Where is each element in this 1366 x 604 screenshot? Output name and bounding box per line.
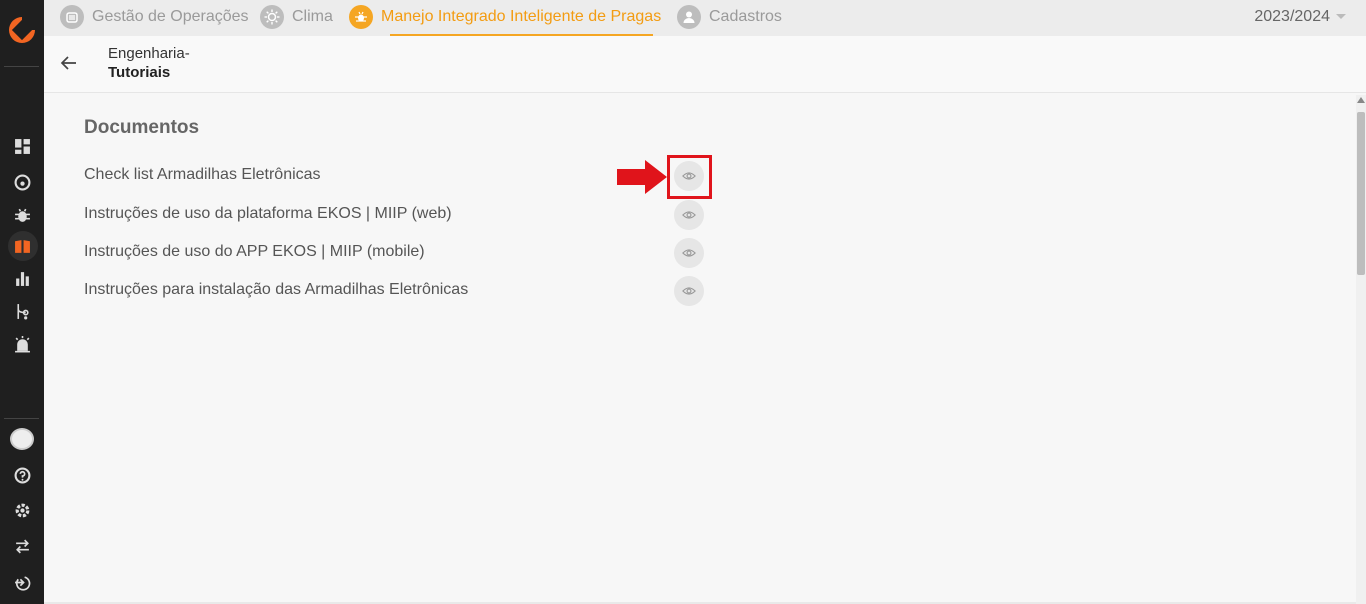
season-value: 2023/2024 [1254,7,1330,25]
list-item: Check list Armadilhas Eletrônicas [84,161,704,191]
tab-cadastros[interactable]: Cadastros [677,0,782,33]
tab-label: Cadastros [709,7,782,25]
swap-icon[interactable] [12,536,32,556]
branch-icon[interactable] [12,301,32,321]
sidebar-divider [4,66,39,67]
logo-icon[interactable] [6,14,38,46]
view-document-button[interactable] [674,276,704,306]
eye-icon [682,211,696,219]
list-item: Instruções de uso do APP EKOS | MIIP (mo… [84,238,704,268]
eye-icon [682,249,696,257]
season-selector[interactable]: 2023/2024 [1254,0,1346,33]
document-label: Instruções de uso da plataforma EKOS | M… [84,205,452,222]
scroll-up-icon[interactable] [1357,97,1365,103]
page-header: Engenharia- Tutoriais [44,36,1366,93]
list-item: Instruções para instalação das Armadilha… [84,276,704,306]
view-document-button[interactable] [674,238,704,268]
tab-manejo-integrado[interactable]: Manejo Integrado Inteligente de Pragas [349,0,661,33]
back-arrow-icon[interactable] [58,52,80,74]
sun-icon [260,4,284,29]
book-icon[interactable] [12,236,32,256]
document-label: Instruções de uso do APP EKOS | MIIP (mo… [84,243,425,260]
page-title: Tutoriais [108,64,171,81]
sidebar-divider [4,418,39,419]
top-navigation: Gestão de Operações Clima Manejo Integra… [44,0,1366,36]
sidebar [0,0,44,604]
annotation-highlight-box [667,155,712,199]
alarm-icon[interactable] [12,334,32,354]
gauge-icon[interactable] [12,172,32,192]
chevron-down-icon [1336,14,1346,19]
logout-icon[interactable] [12,572,32,592]
user-icon [677,4,701,29]
section-title: Documentos [84,117,200,138]
tab-gestao-operacoes[interactable]: Gestão de Operações [60,0,249,33]
help-icon[interactable] [12,465,32,485]
dashboard-icon[interactable] [12,136,32,156]
avatar[interactable] [10,428,34,450]
tab-clima[interactable]: Clima [260,0,333,33]
annotation-arrow-icon [617,159,667,195]
eye-icon [682,287,696,295]
operations-icon [60,4,84,29]
breadcrumb-parent[interactable]: Engenharia- [108,45,190,62]
view-document-button[interactable] [674,200,704,230]
document-label: Check list Armadilhas Eletrônicas [84,166,321,183]
tab-label: Clima [292,7,333,25]
gear-icon[interactable] [12,500,32,520]
tab-label: Manejo Integrado Inteligente de Pragas [381,7,662,25]
bar-chart-icon[interactable] [12,268,32,288]
scrollbar-thumb[interactable] [1357,112,1365,275]
bug-sun-icon [349,4,373,29]
tab-label: Gestão de Operações [92,7,249,25]
bug-icon[interactable] [12,205,32,225]
document-label: Instruções para instalação das Armadilha… [84,281,469,298]
list-item: Instruções de uso da plataforma EKOS | M… [84,200,704,230]
